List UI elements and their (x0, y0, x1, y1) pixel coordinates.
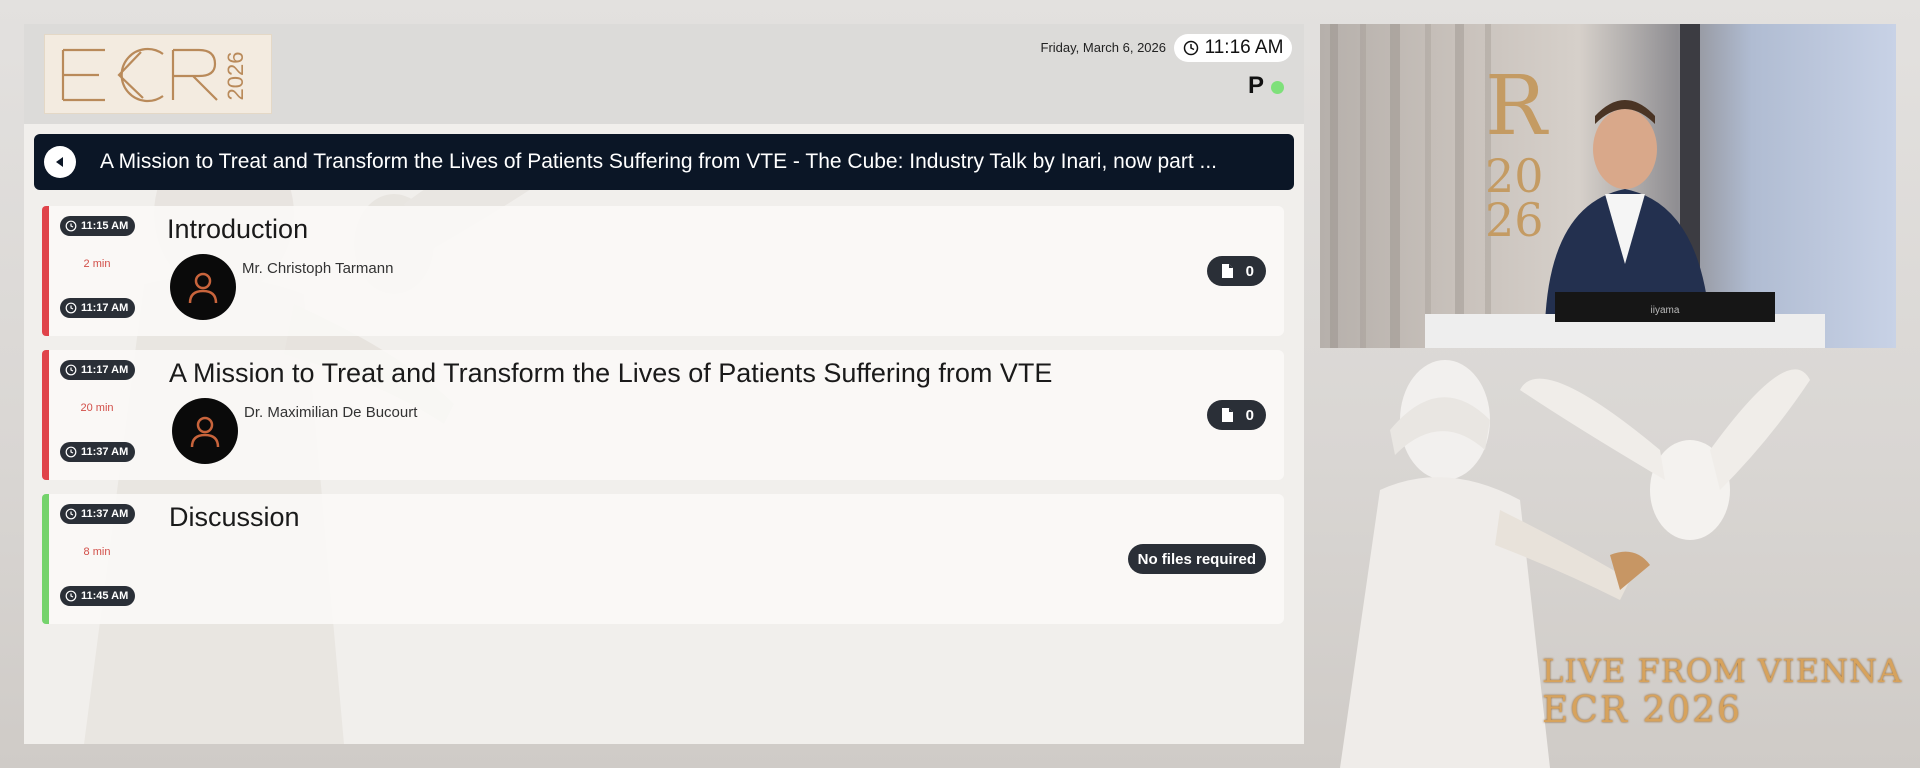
file-icon (1221, 408, 1233, 422)
talk-status-bar (42, 206, 49, 336)
person-icon (188, 272, 218, 304)
file-icon (1221, 264, 1233, 278)
ecr-logo-mark: 2026 (61, 47, 248, 103)
current-date: Friday, March 6, 2026 (1040, 40, 1166, 55)
talk-status-bar (42, 350, 49, 480)
clock-icon (1183, 40, 1198, 56)
session-title: A Mission to Treat and Transform the Liv… (100, 150, 1218, 173)
talk-status-bar (42, 494, 49, 624)
speaker-video-image: R 20 26 iiyama (1330, 24, 1825, 348)
start-time-badge: 11:17 AM (60, 360, 136, 380)
talk-card-discussion[interactable]: 11:37 AM 8 min 11:45 AM Discussion No fi… (42, 494, 1284, 624)
duration-label: 20 min (80, 402, 114, 414)
svg-text:2026: 2026 (223, 52, 248, 101)
files-count-button[interactable]: 0 (1206, 256, 1266, 286)
speaker-name: Dr. Maximilian De Bucourt (244, 404, 418, 421)
start-time-label: 11:37 AM (81, 508, 129, 520)
files-count: 0 (1245, 262, 1254, 280)
live-from-vienna-label: LIVE FROM VIENNA (1542, 652, 1903, 690)
back-button[interactable] (44, 146, 76, 178)
speaker-name: Mr. Christoph Tarmann (242, 260, 394, 277)
files-count: 0 (1245, 406, 1254, 424)
person-icon (190, 416, 220, 448)
current-time: 11:16 AM (1174, 34, 1292, 62)
talk-card-introduction[interactable]: 11:15 AM 2 min 11:17 AM Introduction Mr.… (42, 206, 1284, 336)
duration-label: 8 min (83, 546, 111, 558)
start-time-label: 11:15 AM (81, 220, 129, 232)
back-arrow-icon (56, 157, 63, 167)
end-time-label: 11:45 AM (81, 590, 129, 602)
svg-text:iiyama: iiyama (1651, 305, 1680, 316)
speaker-avatar (172, 398, 238, 464)
clock-icon (65, 302, 77, 314)
connection-status-dot (1271, 81, 1284, 94)
talk-card-main[interactable]: 11:17 AM 20 min 11:37 AM A Mission to Tr… (42, 350, 1284, 480)
end-time-badge: 11:17 AM (60, 298, 136, 318)
ecr-logo: 2026 (44, 34, 272, 114)
clock-icon (65, 590, 77, 602)
talk-title: Discussion (169, 502, 300, 532)
svg-text:26: 26 (1485, 193, 1544, 247)
duration-label: 2 min (83, 258, 111, 270)
presenter-indicator: P (1247, 72, 1264, 99)
event-name-label: ECR 2026 (1542, 690, 1742, 731)
clock-icon (65, 508, 77, 520)
clock-icon (65, 364, 77, 376)
end-time-label: 11:37 AM (81, 446, 129, 458)
svg-text:R: R (1485, 59, 1549, 154)
start-time-label: 11:17 AM (81, 364, 129, 376)
end-time-badge: 11:45 AM (60, 586, 136, 606)
start-time-badge: 11:15 AM (60, 216, 136, 236)
no-files-required-badge: No files required (1127, 544, 1266, 574)
schedule-panel: 2026 Friday, March 6, 2026 11:16 AM P A … (24, 24, 1304, 744)
end-time-badge: 11:37 AM (60, 442, 136, 462)
speaker-video-feed: R 20 26 iiyama (1320, 24, 1896, 348)
start-time-badge: 11:37 AM (60, 504, 136, 524)
talk-title: A Mission to Treat and Transform the Liv… (169, 358, 1053, 388)
session-header: A Mission to Treat and Transform the Liv… (34, 134, 1294, 190)
end-time-label: 11:17 AM (81, 302, 129, 314)
clock-icon (65, 220, 77, 232)
clock-icon (65, 446, 77, 458)
time-label: 11:16 AM (1204, 37, 1284, 58)
header-bar: 2026 Friday, March 6, 2026 11:16 AM P (24, 24, 1304, 124)
speaker-avatar (170, 254, 236, 320)
files-count-button[interactable]: 0 (1206, 400, 1266, 430)
talk-title: Introduction (167, 214, 309, 244)
